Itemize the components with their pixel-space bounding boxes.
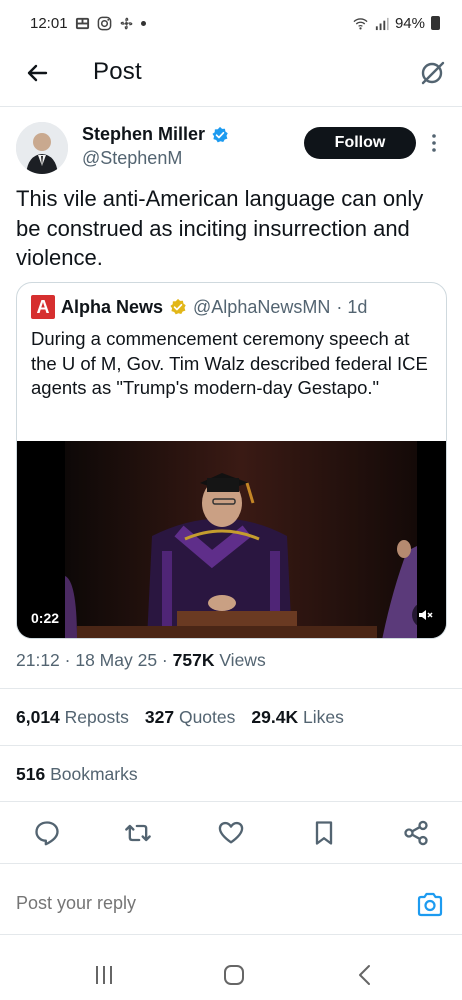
arrow-left-icon[interactable] — [22, 58, 52, 88]
video-thumbnail — [17, 441, 446, 638]
views-label: Views — [214, 650, 266, 670]
bookmark-icon[interactable] — [310, 819, 338, 847]
video-player[interactable]: 0:22 — [17, 441, 446, 638]
likes-label: Likes — [302, 707, 344, 727]
header-divider — [0, 106, 462, 107]
reply-divider — [0, 934, 462, 935]
likes-count: 29.4K — [251, 707, 299, 727]
avatar-image — [16, 122, 68, 174]
system-nav-bar — [0, 950, 462, 1000]
action-bar — [0, 815, 462, 851]
meta-divider — [0, 688, 462, 689]
quote-author-name: Alpha News — [61, 296, 164, 317]
mute-button[interactable] — [412, 602, 438, 628]
back-nav-icon[interactable] — [352, 962, 378, 988]
gallery-icon — [75, 17, 89, 29]
author-name[interactable]: Stephen Miller — [82, 124, 229, 145]
quote-header: A Alpha News @AlphaNewsMN · 1d — [31, 295, 367, 319]
reply-icon[interactable] — [33, 819, 61, 847]
app-header: Post — [0, 46, 462, 102]
bookmarks-divider — [0, 801, 462, 802]
home-icon[interactable] — [221, 962, 247, 988]
volume-mute-icon — [419, 610, 433, 620]
wifi-icon — [353, 17, 368, 29]
share-icon[interactable] — [402, 819, 430, 847]
follow-button[interactable]: Follow — [304, 127, 416, 159]
status-bar: 12:01 94% — [0, 0, 462, 46]
notification-dot — [140, 20, 146, 26]
grok-icon[interactable] — [416, 57, 448, 89]
quoted-post[interactable]: A Alpha News @AlphaNewsMN · 1d During a … — [16, 282, 447, 639]
views-count: 757K — [172, 650, 215, 670]
fan-icon — [120, 17, 132, 29]
engagement-stats: 6,014 Reposts 327 Quotes 29.4K Likes — [16, 707, 344, 728]
quote-text: During a commencement ceremony speech at… — [31, 328, 428, 398]
bookmarks-count: 516 — [16, 764, 46, 784]
signal-icon — [375, 17, 389, 30]
battery-percent: 94% — [394, 14, 425, 32]
battery-icon — [431, 16, 440, 30]
likes-stat[interactable]: 29.4K Likes — [251, 707, 343, 728]
reply-input[interactable] — [16, 893, 376, 914]
like-icon[interactable] — [217, 819, 245, 847]
verified-badge-icon — [212, 126, 228, 142]
status-left: 12:01 — [30, 15, 146, 32]
repost-icon[interactable] — [124, 819, 152, 847]
post-meta: 21:12 · 18 May 25 · 757K Views — [16, 650, 266, 671]
author-name-text: Stephen Miller — [82, 124, 206, 144]
status-right: 94% — [353, 15, 440, 32]
instagram-icon — [97, 16, 111, 30]
author-row: Stephen Miller @StephenM Follow — [16, 120, 446, 180]
bookmarks-stat[interactable]: 516 Bookmarks — [16, 764, 138, 785]
reply-composer — [0, 875, 462, 933]
status-time: 12:01 — [30, 14, 68, 32]
reposts-stat[interactable]: 6,014 Reposts — [16, 707, 129, 728]
author-handle[interactable]: @StephenM — [82, 148, 182, 169]
quotes-count: 327 — [144, 707, 175, 727]
stats-divider — [0, 745, 462, 746]
reposts-count: 6,014 — [16, 707, 60, 727]
quotes-stat[interactable]: 327 Quotes — [145, 707, 236, 728]
gold-verified-badge-icon — [170, 298, 186, 315]
quotes-label: Quotes — [178, 707, 236, 727]
quote-time: · 1d — [336, 296, 368, 317]
post-text: This vile anti-American language can onl… — [16, 186, 424, 270]
reposts-label: Reposts — [64, 707, 129, 727]
post-timestamp[interactable]: 21:12 · 18 May 25 · — [16, 650, 173, 670]
quote-author-handle: @AlphaNewsMN — [193, 296, 331, 317]
page-title: Post — [93, 58, 142, 85]
recent-apps-icon[interactable] — [91, 962, 117, 988]
bookmarks-label: Bookmarks — [50, 764, 138, 784]
video-duration: 0:22 — [25, 608, 66, 628]
alpha-news-logo: A — [31, 295, 55, 319]
avatar[interactable] — [16, 122, 68, 174]
actions-divider — [0, 863, 462, 864]
camera-icon[interactable] — [416, 892, 444, 918]
more-options-icon[interactable] — [430, 132, 438, 154]
